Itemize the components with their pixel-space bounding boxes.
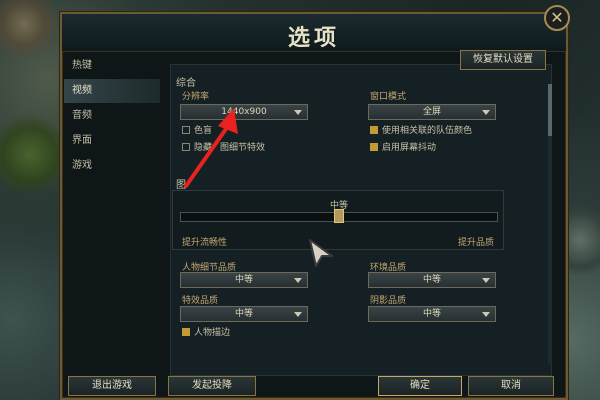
- arrow-head-icon: [218, 108, 238, 134]
- arrow-shaft: [184, 124, 230, 188]
- annotation-arrow: [184, 108, 238, 188]
- mouse-cursor-icon: [309, 239, 333, 267]
